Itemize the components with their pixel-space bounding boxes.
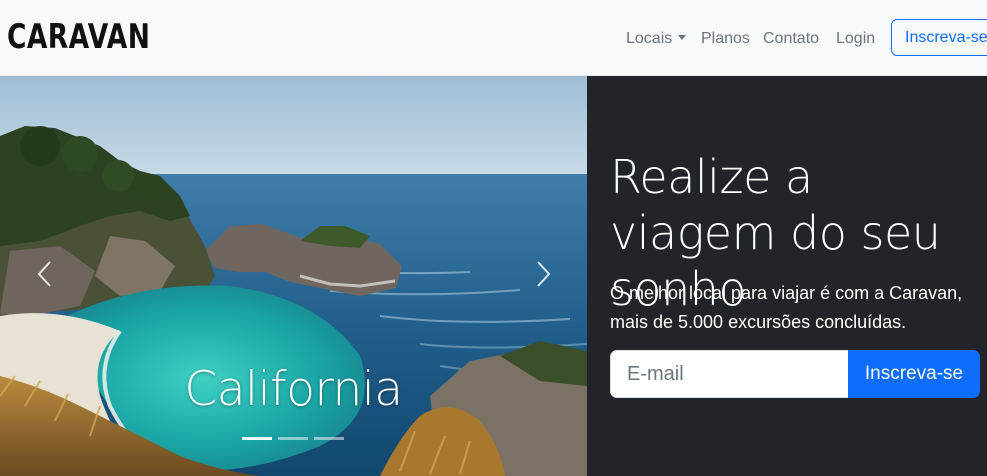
chevron-left-icon	[37, 261, 51, 287]
nav-item-locais[interactable]: Locais	[626, 27, 687, 51]
carousel-prev-control[interactable]	[30, 254, 60, 294]
nav-item-login[interactable]: Login	[836, 27, 875, 51]
carousel-indicator-2[interactable]	[278, 437, 308, 440]
carousel: California	[0, 76, 587, 476]
carousel-indicator-1[interactable]	[242, 437, 272, 440]
nav-item-contato[interactable]: Contato	[763, 27, 819, 51]
carousel-caption: California	[184, 362, 403, 417]
signup-button-hero[interactable]: Inscreva-se	[848, 350, 980, 398]
caret-down-icon	[678, 35, 687, 40]
navbar: CARAVAN Locais Planos Contato Login Insc…	[0, 0, 987, 76]
carousel-indicator-3[interactable]	[314, 437, 344, 440]
hero-subtitle: O melhor local para viajar é com a Carav…	[610, 283, 963, 332]
brand-logo[interactable]: CARAVAN	[7, 15, 150, 59]
signup-button-navbar[interactable]: Inscreva-se	[891, 19, 987, 56]
email-field[interactable]	[610, 350, 848, 398]
chevron-right-icon	[537, 261, 551, 287]
nav-item-planos[interactable]: Planos	[701, 27, 750, 51]
hero-panel: Realize a viagem do seu sonho O melhor l…	[587, 76, 987, 476]
nav-item-label: Locais	[626, 30, 673, 47]
carousel-next-control[interactable]	[528, 254, 558, 294]
